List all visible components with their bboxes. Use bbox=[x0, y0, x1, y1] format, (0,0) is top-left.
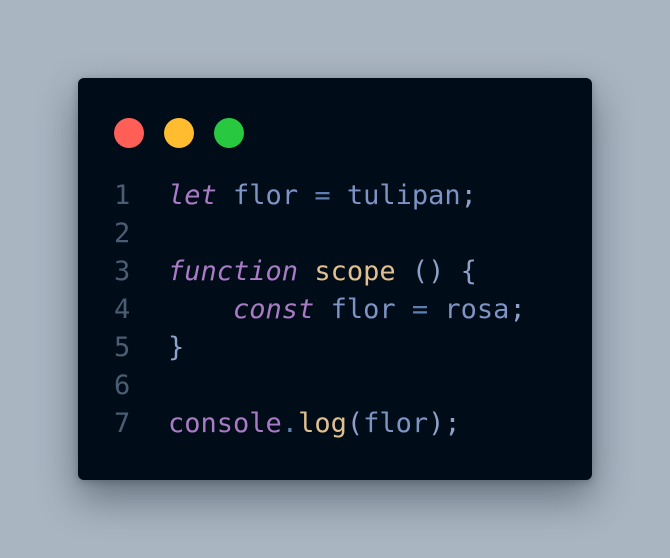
line-number: 4 bbox=[114, 294, 131, 325]
window-controls bbox=[114, 118, 244, 148]
code-token: () bbox=[411, 256, 445, 287]
line-number: 1 bbox=[114, 180, 131, 211]
code-token: function bbox=[168, 256, 299, 287]
close-dot[interactable] bbox=[114, 118, 144, 148]
code-token: = bbox=[411, 294, 429, 325]
code-token: ; bbox=[444, 408, 461, 439]
code-token: ; bbox=[460, 180, 477, 211]
code-token: flor bbox=[363, 408, 429, 439]
code-token: console bbox=[168, 408, 282, 439]
line-number: 6 bbox=[114, 370, 131, 401]
maximize-dot[interactable] bbox=[214, 118, 244, 148]
line-source: const flor = rosa; bbox=[168, 291, 526, 329]
code-token: flor bbox=[233, 180, 299, 211]
line-number: 7 bbox=[114, 408, 131, 439]
line-source: } bbox=[168, 329, 184, 367]
code-window: 1 let flor = tulipan; 2 3 function scope () … bbox=[78, 78, 592, 480]
code-token: ; bbox=[509, 294, 526, 325]
code-line: 6 bbox=[78, 367, 592, 405]
code-line: 2 bbox=[78, 215, 592, 253]
line-source: let flor = tulipan; bbox=[168, 177, 477, 215]
line-source: console.log(flor); bbox=[168, 405, 461, 443]
code-line: 4 const flor = rosa; bbox=[78, 291, 592, 329]
code-line: 1 let flor = tulipan; bbox=[78, 177, 592, 215]
code-token: = bbox=[314, 180, 331, 211]
code-line: 7 console.log(flor); bbox=[78, 405, 592, 443]
code-token: const bbox=[233, 294, 315, 325]
code-token: } bbox=[168, 332, 185, 363]
code-token: ) bbox=[428, 408, 445, 439]
code-token: { bbox=[460, 256, 477, 287]
code-token: flor bbox=[330, 294, 396, 325]
code-token: log bbox=[298, 408, 347, 439]
code-block: 1 let flor = tulipan; 2 3 function scope () … bbox=[78, 177, 592, 443]
line-source: function scope () { bbox=[168, 253, 477, 291]
line-number: 3 bbox=[114, 256, 131, 287]
code-token: tulipan bbox=[346, 180, 461, 211]
code-line: 3 function scope () { bbox=[78, 253, 592, 291]
code-token: . bbox=[281, 408, 299, 439]
code-token: scope bbox=[314, 256, 396, 287]
code-token: let bbox=[168, 180, 217, 211]
line-number: 5 bbox=[114, 332, 131, 363]
code-token: rosa bbox=[444, 294, 510, 325]
code-line: 5} bbox=[78, 329, 592, 367]
minimize-dot[interactable] bbox=[164, 118, 194, 148]
code-token: ( bbox=[346, 408, 364, 439]
line-number: 2 bbox=[114, 218, 131, 249]
